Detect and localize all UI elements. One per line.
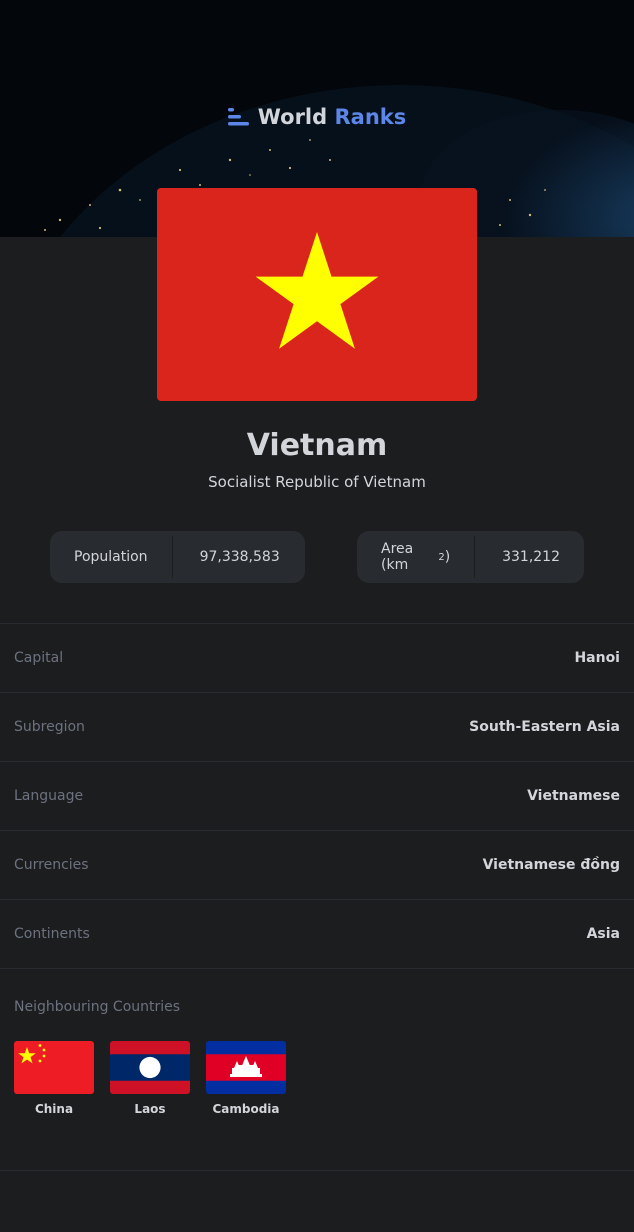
world-ranks-logo[interactable]: World Ranks: [0, 101, 634, 133]
detail-value: Vietnamese: [527, 788, 620, 804]
detail-label: Continents: [14, 926, 90, 942]
neighbour-card-cambodia[interactable]: Cambodia: [206, 1041, 286, 1116]
area-stat: Area (km 2) 331,212: [357, 531, 584, 583]
laos-flag-icon: [110, 1041, 190, 1094]
detail-label: Language: [14, 788, 84, 804]
detail-label: Capital: [14, 650, 64, 666]
cambodia-flag[interactable]: [206, 1041, 286, 1094]
bars-logo-icon: [227, 108, 249, 126]
section-divider: [0, 968, 634, 969]
country-official-name: Socialist Republic of Vietnam: [208, 473, 426, 491]
vietnam-flag-star-icon: [255, 232, 379, 349]
detail-label: Currencies: [14, 857, 89, 873]
detail-value: South-Eastern Asia: [469, 719, 620, 735]
detail-row-capital: Capital Hanoi: [0, 623, 634, 692]
country-flag: [157, 188, 477, 401]
population-value: 97,338,583: [199, 549, 280, 565]
neighbour-name: China: [34, 1102, 74, 1116]
detail-label: Subregion: [14, 719, 85, 735]
detail-row-subregion: Subregion South-Eastern Asia: [0, 692, 634, 761]
detail-row-currencies: Currencies Vietnamese đồng: [0, 830, 634, 899]
neighbour-name: Laos: [134, 1102, 166, 1116]
cambodia-flag-icon: [206, 1041, 286, 1094]
neighbour-card-china[interactable]: China: [14, 1041, 94, 1116]
logo-word-ranks: Ranks: [334, 105, 407, 129]
country-name: Vietnam: [246, 428, 388, 463]
neighbour-name: Cambodia: [212, 1102, 280, 1116]
laos-flag[interactable]: [110, 1041, 190, 1094]
detail-value: Hanoi: [574, 650, 620, 666]
detail-row-language: Language Vietnamese: [0, 761, 634, 830]
logo-word-world: World: [257, 105, 328, 129]
population-stat: Population 97,338,583: [50, 531, 305, 583]
area-value: 331,212: [502, 549, 560, 565]
neighbour-card-laos[interactable]: Laos: [110, 1041, 190, 1116]
china-flag[interactable]: [14, 1041, 94, 1094]
detail-value: Vietnamese đồng: [482, 857, 620, 873]
area-label: Area (km 2): [381, 541, 451, 573]
china-flag-icon: [14, 1041, 94, 1094]
detail-row-continents: Continents Asia: [0, 899, 634, 968]
population-label: Population: [74, 549, 148, 565]
bottom-divider: [0, 1170, 634, 1171]
detail-value: Asia: [586, 926, 620, 942]
neighbouring-countries-title: Neighbouring Countries: [14, 999, 181, 1015]
